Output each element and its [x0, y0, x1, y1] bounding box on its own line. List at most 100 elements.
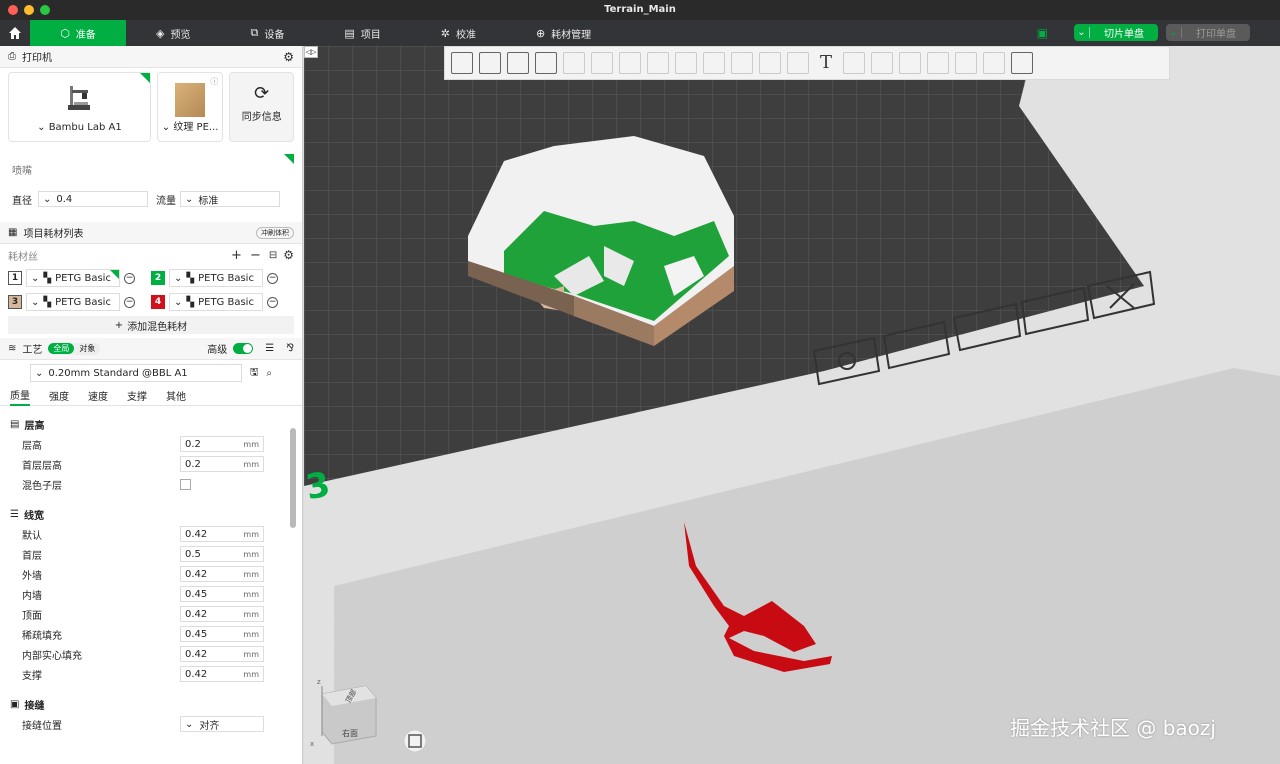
- tab-support[interactable]: 支撑: [127, 388, 147, 403]
- flow-select[interactable]: ⌄ 标准: [180, 191, 280, 207]
- filament-select[interactable]: ⌄ ▚ PETG Basic: [169, 293, 263, 311]
- plate-card[interactable]: ⓘ ⌄ 纹理 PE...: [156, 72, 224, 142]
- orient-icon[interactable]: [507, 52, 529, 74]
- tab-project[interactable]: ▤ 项目: [314, 20, 410, 46]
- print-plate-button[interactable]: ⌄ 打印单盘: [1166, 24, 1250, 41]
- filament-select[interactable]: ⌄ ▚ PETG Basic: [26, 269, 120, 287]
- chevron-down-icon: ⌄: [35, 367, 44, 379]
- 3d-viewport[interactable]: 3 右面 顶部 z x: [304, 46, 1280, 764]
- add-plate-icon[interactable]: [479, 52, 501, 74]
- color-paint-icon[interactable]: [899, 52, 921, 74]
- first-layer-height-input[interactable]: 0.2 mm: [180, 456, 264, 472]
- compare-icon[interactable]: ⅋: [286, 343, 294, 354]
- save-icon[interactable]: 🖫: [250, 365, 259, 382]
- flush-volume-button[interactable]: 冲刷体积: [256, 226, 294, 239]
- process-preset-select[interactable]: ⌄ 0.20mm Standard @BBL A1: [30, 364, 242, 382]
- tab-speed[interactable]: 速度: [88, 388, 108, 403]
- tab-prepare[interactable]: ⬡ 准备: [30, 20, 126, 46]
- camera-reset-icon[interactable]: [403, 729, 427, 753]
- remove-filament-button[interactable]: −: [267, 296, 278, 308]
- tab-filament-manager[interactable]: ⊕ 耗材管理: [506, 20, 621, 46]
- assembly-icon[interactable]: [871, 52, 893, 74]
- remove-filament-button[interactable]: −: [124, 272, 135, 284]
- multi-device-icon[interactable]: ▣: [1037, 26, 1048, 40]
- add-object-icon[interactable]: [451, 52, 473, 74]
- filament-slot-number[interactable]: 4: [151, 295, 165, 309]
- chevron-down-icon: ⌄: [31, 296, 40, 308]
- rotate-icon[interactable]: [619, 52, 641, 74]
- filament-slot-number[interactable]: 3: [8, 295, 22, 309]
- move-icon[interactable]: [591, 52, 613, 74]
- project-icon: ▤: [344, 26, 355, 40]
- inner-wall-width-input[interactable]: 0.45 mm: [180, 586, 264, 602]
- sparse-infill-width-input[interactable]: 0.45 mm: [180, 626, 264, 642]
- mixed-sublayer-checkbox[interactable]: [180, 478, 191, 490]
- remove-filament-button[interactable]: −: [124, 296, 135, 308]
- add-filament-icon[interactable]: +: [231, 248, 242, 263]
- cube-face-right[interactable]: 右面: [342, 728, 358, 738]
- lay-on-face-icon[interactable]: [675, 52, 697, 74]
- scope-toggle[interactable]: 全局 对象: [48, 342, 101, 355]
- sync-info-button[interactable]: ⟳ 同步信息: [229, 72, 294, 142]
- ruler-icon[interactable]: [983, 52, 1005, 74]
- support-width-input[interactable]: 0.42 mm: [180, 666, 264, 682]
- arrange-icon[interactable]: [535, 52, 557, 74]
- add-mixed-filament-button[interactable]: + 添加混色耗材: [8, 316, 294, 334]
- first-layer-width-input[interactable]: 0.5 mm: [180, 546, 264, 562]
- close-window-button[interactable]: [8, 5, 18, 15]
- sidebar-scrollbar[interactable]: [290, 428, 296, 528]
- seam-paint-icon[interactable]: [787, 52, 809, 74]
- tab-preview[interactable]: ◈ 预览: [126, 20, 220, 46]
- process-subtabs: 质量 强度 速度 支撑 其他: [0, 386, 302, 406]
- build-plate-scene[interactable]: 3 右面 顶部 z x: [304, 46, 1280, 764]
- chevron-down-icon[interactable]: ⌄: [1166, 27, 1182, 38]
- nozzle-diameter-select[interactable]: ⌄ 0.4: [38, 191, 148, 207]
- nozzle-title: 喷嘴: [12, 166, 32, 177]
- seam-position-select[interactable]: ⌄ 对齐: [180, 716, 264, 732]
- chevron-down-icon[interactable]: ⌄: [1074, 27, 1090, 38]
- text-tool-icon[interactable]: T: [815, 52, 837, 74]
- remove-filament-button[interactable]: −: [267, 272, 278, 284]
- filament-select[interactable]: ⌄ ▚ PETG Basic: [26, 293, 120, 311]
- info-icon[interactable]: ⓘ: [210, 76, 218, 87]
- slice-plate-button[interactable]: ⌄ 切片单盘: [1074, 24, 1158, 41]
- home-button[interactable]: [0, 20, 30, 46]
- plus-icon: +: [114, 319, 124, 331]
- measure-icon[interactable]: [843, 52, 865, 74]
- tab-other[interactable]: 其他: [166, 388, 186, 403]
- split-icon[interactable]: [563, 52, 585, 74]
- top-surface-width-input[interactable]: 0.42 mm: [180, 606, 264, 622]
- tab-strength[interactable]: 强度: [49, 388, 69, 403]
- filament-slot-number[interactable]: 1: [8, 271, 22, 285]
- default-width-input[interactable]: 0.42 mm: [180, 526, 264, 542]
- search-icon[interactable]: ⌕: [266, 368, 272, 379]
- support-paint-icon[interactable]: [759, 52, 781, 74]
- zoom-window-button[interactable]: [40, 5, 50, 15]
- filament-slot-number[interactable]: 2: [151, 271, 165, 285]
- gear-icon[interactable]: ⚙: [283, 248, 294, 262]
- svg-icon[interactable]: [955, 52, 977, 74]
- scale-icon[interactable]: [647, 52, 669, 74]
- cut-icon[interactable]: [703, 52, 725, 74]
- outer-wall-width-input[interactable]: 0.42 mm: [180, 566, 264, 582]
- tab-quality[interactable]: 质量: [10, 386, 30, 406]
- tab-calibrate[interactable]: ✲ 校准: [411, 20, 506, 46]
- internal-solid-infill-width-input[interactable]: 0.42 mm: [180, 646, 264, 662]
- layer-height-input[interactable]: 0.2 mm: [180, 436, 264, 452]
- gear-icon[interactable]: ⚙: [283, 50, 294, 64]
- tab-device[interactable]: ⧉ 设备: [220, 20, 314, 46]
- emboss-icon[interactable]: [927, 52, 949, 74]
- list-icon[interactable]: ☰: [265, 343, 274, 354]
- collapse-sidebar-icon[interactable]: ◁▷: [304, 46, 318, 58]
- process-section-header: ≋ 工艺 全局 对象 高级 ☰ ⅋: [0, 338, 302, 360]
- boolean-icon[interactable]: [731, 52, 753, 74]
- explode-view-icon[interactable]: [1011, 52, 1033, 74]
- filament-select[interactable]: ⌄ ▚ PETG Basic: [169, 269, 263, 287]
- filament-sync-icon[interactable]: ⊟: [269, 250, 277, 261]
- remove-filament-icon[interactable]: −: [250, 248, 261, 263]
- printer-card[interactable]: ⌄ Bambu Lab A1: [8, 72, 151, 142]
- calibrate-icon: ✲: [440, 26, 450, 40]
- minimize-window-button[interactable]: [24, 5, 34, 15]
- advanced-toggle[interactable]: [233, 343, 254, 354]
- chevron-down-icon: ⌄: [174, 272, 183, 284]
